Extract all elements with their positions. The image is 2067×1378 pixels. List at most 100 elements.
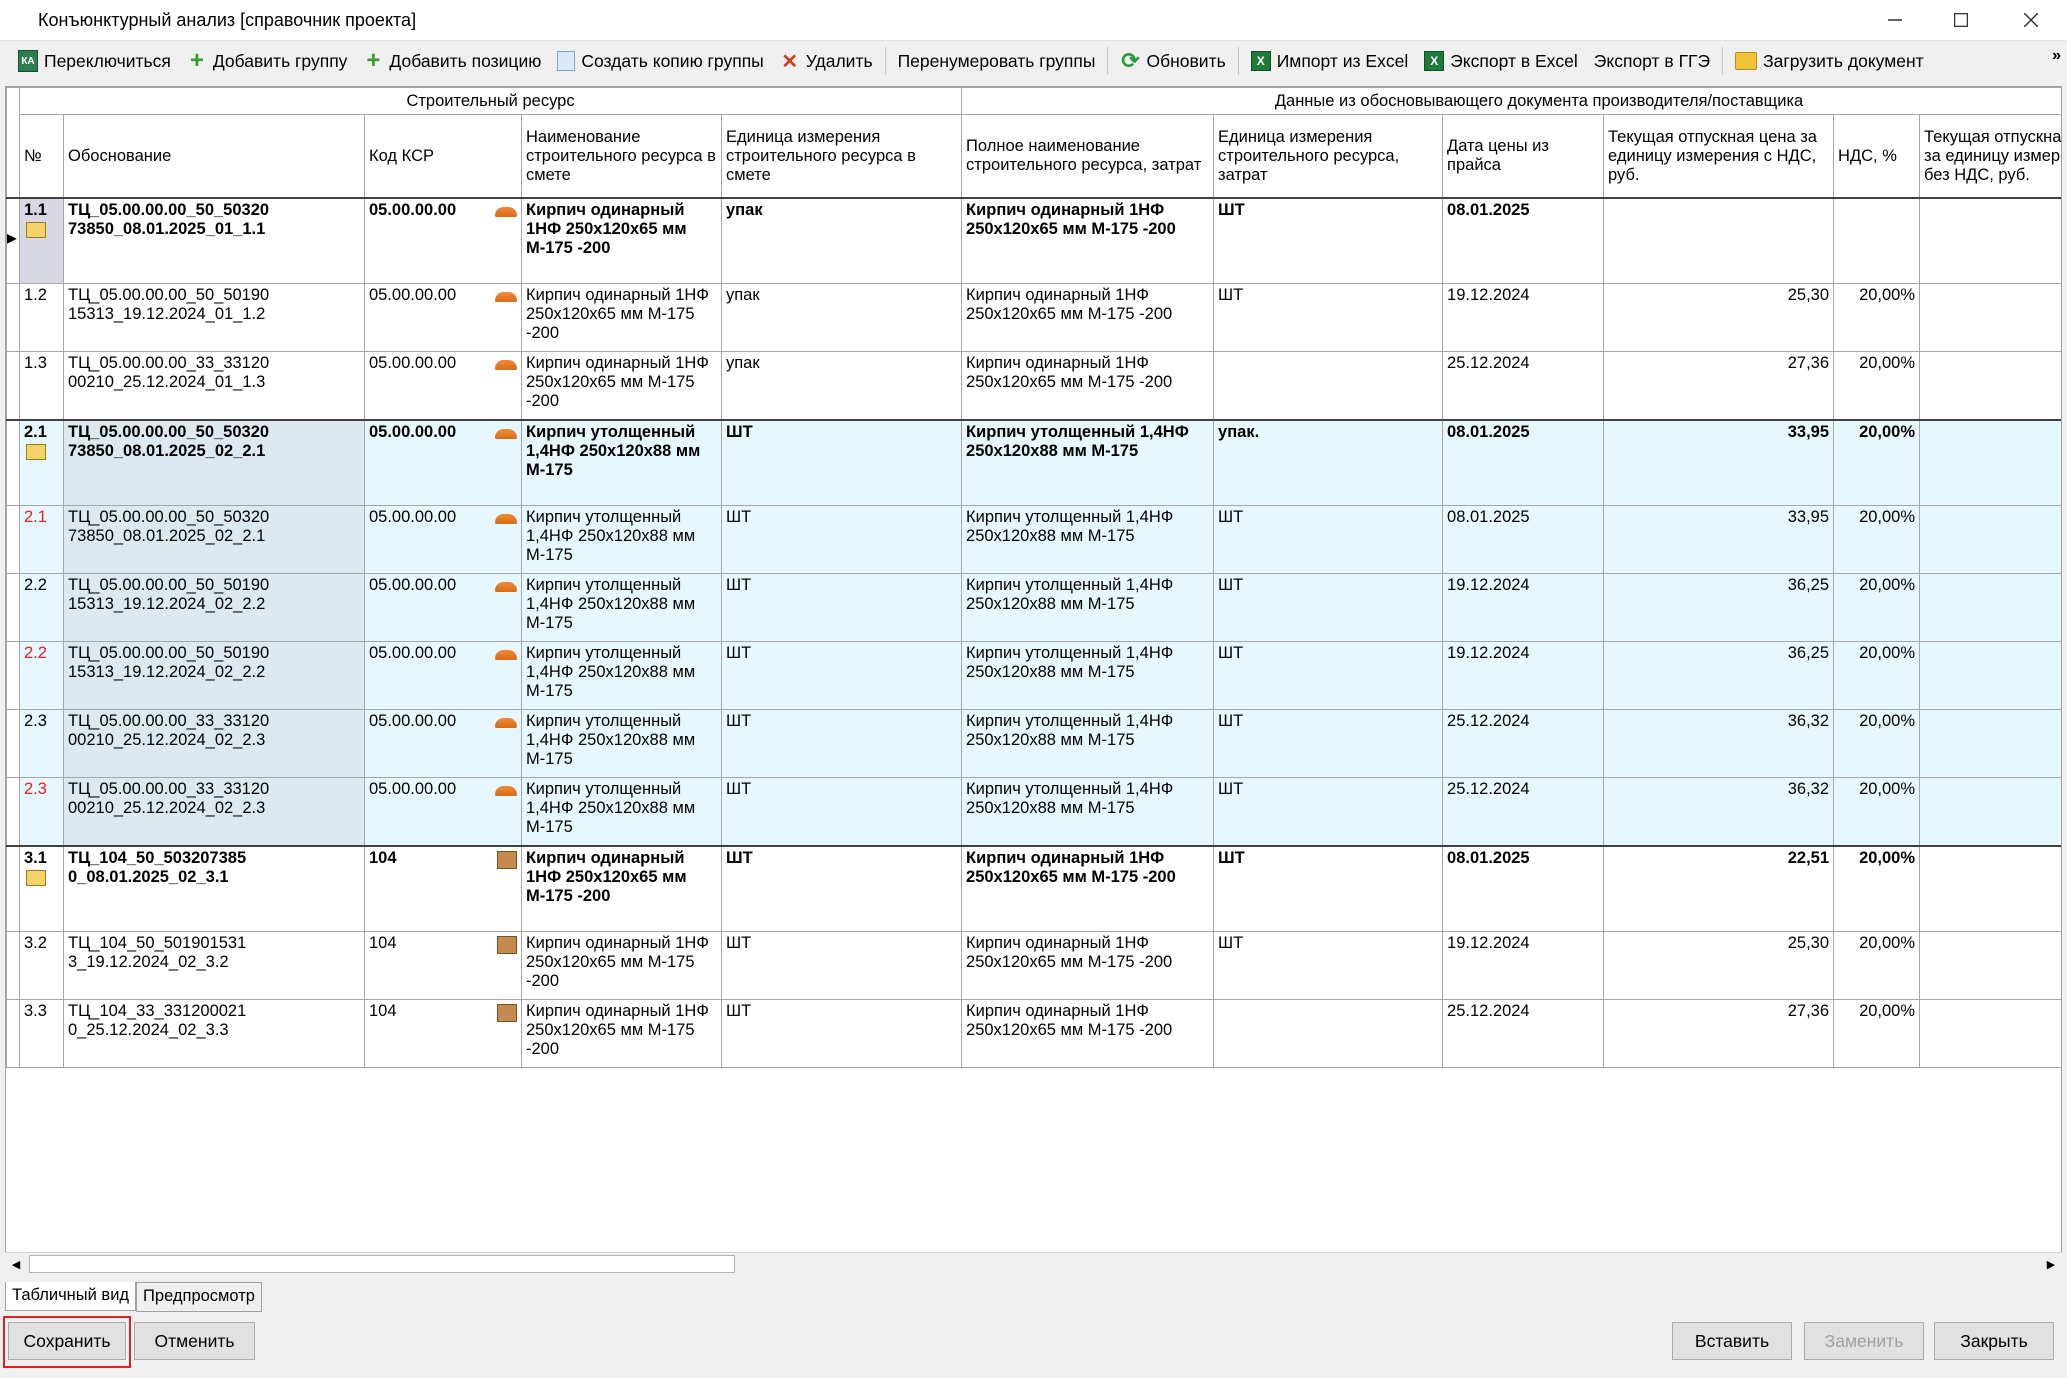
justification-cell[interactable]: ТЦ_05.00.00.00_50_50190 15313_19.12.2024… bbox=[63, 641, 365, 710]
supplier-unit-cell[interactable] bbox=[1213, 351, 1444, 421]
group-row[interactable]: ▶ 1.1 ТЦ_05.00.00.00_50_50320 73850_08.01.… bbox=[6, 197, 2061, 284]
price-date-cell[interactable]: 19.12.2024 bbox=[1442, 931, 1605, 1000]
price-without-vat-cell[interactable] bbox=[1919, 641, 2061, 710]
tab-table-view[interactable]: Табличный вид bbox=[5, 1282, 137, 1311]
export-excel-button[interactable]: X Экспорт в Excel bbox=[1416, 44, 1586, 78]
price-with-vat-cell[interactable]: 36,32 bbox=[1603, 777, 1835, 847]
table-row[interactable]: 2.1 ТЦ_05.00.00.00_50_50320 73850_08.01.2… bbox=[6, 505, 2061, 574]
row-number-cell[interactable]: 1.1 bbox=[19, 197, 64, 284]
resource-name-cell[interactable]: Кирпич утолщенный 1,4НФ 250х120х88 мм М-… bbox=[521, 641, 722, 710]
table-row[interactable]: 2.3 ТЦ_05.00.00.00_33_33120 00210_25.12.2… bbox=[6, 709, 2061, 778]
vat-cell[interactable]: 20,00% bbox=[1833, 419, 1921, 506]
price-without-vat-cell[interactable] bbox=[1919, 419, 2061, 506]
supplier-unit-cell[interactable]: ШТ bbox=[1213, 197, 1444, 284]
unit-cell[interactable]: ШТ bbox=[720, 505, 963, 574]
table-row[interactable]: 2.2 ТЦ_05.00.00.00_50_50190 15313_19.12.2… bbox=[6, 573, 2061, 642]
replace-button[interactable]: Заменить bbox=[1804, 1322, 1924, 1360]
row-number-cell[interactable]: 3.3 bbox=[19, 999, 64, 1068]
resource-name-cell[interactable]: Кирпич утолщенный 1,4НФ 250х120х88 мм М-… bbox=[521, 505, 722, 574]
full-name-cell[interactable]: Кирпич одинарный 1НФ 250х120х65 мм М-175… bbox=[961, 197, 1215, 284]
supplier-unit-cell[interactable]: ШТ bbox=[1213, 709, 1444, 778]
price-with-vat-cell[interactable]: 25,30 bbox=[1603, 931, 1835, 1000]
table-row[interactable]: 3.2 ТЦ_104_50_501901531 3_19.12.2024_02_3… bbox=[6, 931, 2061, 1000]
price-with-vat-cell[interactable]: 36,25 bbox=[1603, 641, 1835, 710]
price-without-vat-cell[interactable] bbox=[1919, 931, 2061, 1000]
load-document-button[interactable]: Загрузить документ bbox=[1727, 44, 1932, 78]
justification-cell[interactable]: ТЦ_05.00.00.00_33_33120 00210_25.12.2024… bbox=[63, 351, 365, 421]
ksr-code-cell[interactable]: 104 bbox=[364, 845, 522, 932]
vat-cell[interactable]: 20,00% bbox=[1833, 777, 1921, 847]
row-number-cell[interactable]: 3.2 bbox=[19, 931, 64, 1000]
delete-button[interactable]: ✕ Удалить bbox=[772, 44, 881, 78]
price-date-cell[interactable]: 25.12.2024 bbox=[1442, 351, 1605, 421]
full-name-cell[interactable]: Кирпич утолщенный 1,4НФ 250х120х88 мм М-… bbox=[961, 419, 1215, 506]
full-name-cell[interactable]: Кирпич утолщенный 1,4НФ 250х120х88 мм М-… bbox=[961, 573, 1215, 642]
renumber-groups-button[interactable]: Перенумеровать группы bbox=[890, 44, 1104, 78]
supplier-unit-cell[interactable]: ШТ bbox=[1213, 777, 1444, 847]
price-without-vat-cell[interactable] bbox=[1919, 283, 2061, 352]
minimize-button[interactable] bbox=[1860, 0, 1930, 40]
column-header[interactable]: Единица измерения строительного ресурса,… bbox=[1213, 114, 1444, 199]
unit-cell[interactable]: ШТ bbox=[720, 931, 963, 1000]
add-group-button[interactable]: + Добавить группу bbox=[179, 44, 356, 78]
row-number-cell[interactable]: 2.1 bbox=[19, 505, 64, 574]
supplier-unit-cell[interactable]: ШТ bbox=[1213, 845, 1444, 932]
justification-cell[interactable]: ТЦ_05.00.00.00_50_50190 15313_19.12.2024… bbox=[63, 573, 365, 642]
unit-cell[interactable]: ШТ bbox=[720, 573, 963, 642]
price-with-vat-cell[interactable]: 36,25 bbox=[1603, 573, 1835, 642]
table-row[interactable]: 1.2 ТЦ_05.00.00.00_50_50190 15313_19.12.2… bbox=[6, 283, 2061, 352]
row-indicator[interactable] bbox=[6, 999, 20, 1068]
scroll-right-button[interactable]: ▶ bbox=[2040, 1253, 2062, 1276]
table-row[interactable]: 1.3 ТЦ_05.00.00.00_33_33120 00210_25.12.2… bbox=[6, 351, 2061, 421]
full-name-cell[interactable]: Кирпич утолщенный 1,4НФ 250х120х88 мм М-… bbox=[961, 777, 1215, 847]
price-without-vat-cell[interactable] bbox=[1919, 573, 2061, 642]
vat-cell[interactable]: 20,00% bbox=[1833, 283, 1921, 352]
ksr-code-cell[interactable]: 05.00.00.00 bbox=[364, 777, 522, 847]
price-with-vat-cell[interactable] bbox=[1603, 197, 1835, 284]
maximize-button[interactable] bbox=[1926, 0, 1996, 40]
supplier-unit-cell[interactable]: ШТ bbox=[1213, 505, 1444, 574]
row-indicator[interactable] bbox=[6, 351, 20, 421]
ksr-code-cell[interactable]: 104 bbox=[364, 931, 522, 1000]
price-without-vat-cell[interactable] bbox=[1919, 505, 2061, 574]
scrollbar-thumb[interactable] bbox=[29, 1255, 735, 1273]
justification-cell[interactable]: ТЦ_05.00.00.00_50_50320 73850_08.01.2025… bbox=[63, 505, 365, 574]
column-header[interactable]: № bbox=[19, 114, 64, 199]
row-number-cell[interactable]: 1.3 bbox=[19, 351, 64, 421]
price-without-vat-cell[interactable] bbox=[1919, 777, 2061, 847]
price-date-cell[interactable]: 08.01.2025 bbox=[1442, 419, 1605, 506]
resource-name-cell[interactable]: Кирпич утолщенный 1,4НФ 250х120х88 мм М-… bbox=[521, 419, 722, 506]
tab-preview[interactable]: Предпросмотр bbox=[136, 1282, 262, 1312]
scroll-left-button[interactable]: ◀ bbox=[5, 1253, 27, 1276]
column-header[interactable]: Единица измерения строительного ресурса … bbox=[720, 114, 963, 199]
column-header[interactable]: Наименование строительного ресурса в сме… bbox=[521, 114, 722, 199]
column-header[interactable]: Текущая отпускная цена за единицу измере… bbox=[1603, 114, 1835, 199]
resource-name-cell[interactable]: Кирпич утолщенный 1,4НФ 250х120х88 мм М-… bbox=[521, 573, 722, 642]
ksr-code-cell[interactable]: 05.00.00.00 bbox=[364, 419, 522, 506]
price-with-vat-cell[interactable]: 27,36 bbox=[1603, 351, 1835, 421]
supplier-unit-cell[interactable]: ШТ bbox=[1213, 931, 1444, 1000]
justification-cell[interactable]: ТЦ_104_50_503207385 0_08.01.2025_02_3.1 bbox=[63, 845, 365, 932]
unit-cell[interactable]: ШТ bbox=[720, 999, 963, 1068]
group-row[interactable]: 3.1 ТЦ_104_50_503207385 0_08.01.2025_02_3… bbox=[6, 845, 2061, 932]
resource-name-cell[interactable]: Кирпич одинарный 1НФ 250х120х65 мм М-175… bbox=[521, 283, 722, 352]
unit-cell[interactable]: ШТ bbox=[720, 419, 963, 506]
price-with-vat-cell[interactable]: 25,30 bbox=[1603, 283, 1835, 352]
column-header[interactable]: НДС, % bbox=[1833, 114, 1921, 199]
vat-cell[interactable]: 20,00% bbox=[1833, 845, 1921, 932]
price-date-cell[interactable]: 08.01.2025 bbox=[1442, 197, 1605, 284]
supplier-unit-cell[interactable]: ШТ bbox=[1213, 641, 1444, 710]
supplier-unit-cell[interactable] bbox=[1213, 999, 1444, 1068]
vat-cell[interactable]: 20,00% bbox=[1833, 999, 1921, 1068]
ksr-code-cell[interactable]: 05.00.00.00 bbox=[364, 505, 522, 574]
unit-cell[interactable]: ШТ bbox=[720, 641, 963, 710]
resource-name-cell[interactable]: Кирпич одинарный 1НФ 250х120х65 мм М-175… bbox=[521, 351, 722, 421]
vat-cell[interactable]: 20,00% bbox=[1833, 573, 1921, 642]
export-gge-button[interactable]: Экспорт в ГГЭ bbox=[1586, 44, 1718, 78]
row-indicator[interactable] bbox=[6, 845, 20, 932]
row-number-cell[interactable]: 2.2 bbox=[19, 641, 64, 710]
ksr-code-cell[interactable]: 05.00.00.00 bbox=[364, 351, 522, 421]
resource-name-cell[interactable]: Кирпич одинарный 1НФ 250х120х65 мм М-175… bbox=[521, 931, 722, 1000]
row-indicator[interactable] bbox=[6, 777, 20, 847]
supplier-unit-cell[interactable]: ШТ bbox=[1213, 573, 1444, 642]
